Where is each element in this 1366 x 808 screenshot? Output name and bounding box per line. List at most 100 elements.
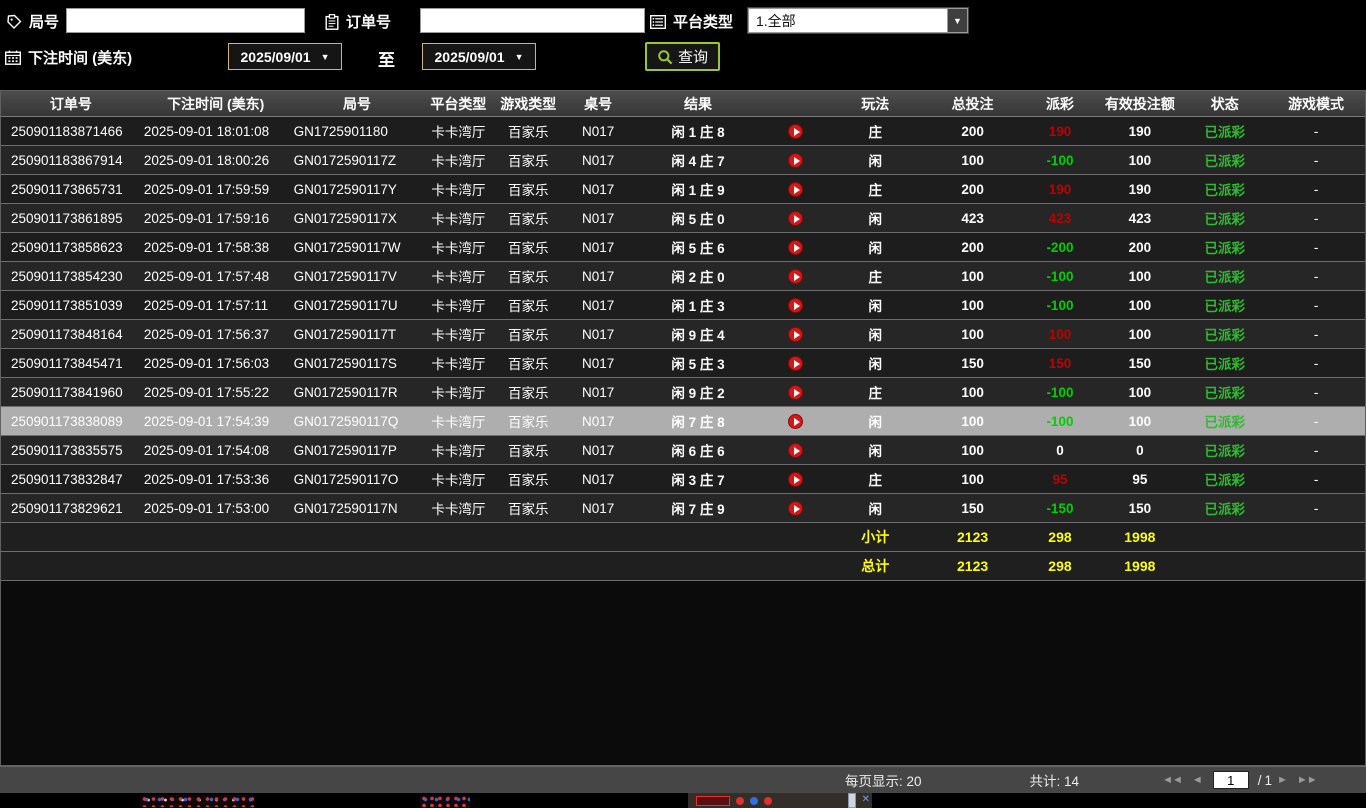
date-to-value: 2025/09/01: [434, 48, 505, 65]
cell-round-id: GN0172590117Y: [293, 181, 397, 197]
search-icon: [657, 49, 673, 65]
round-input[interactable]: [66, 8, 305, 33]
cell-platform-type: 卡卡湾厅: [431, 154, 486, 169]
cell-play-type: 闲: [868, 415, 882, 430]
col-valid-bet: 有效投注额: [1104, 95, 1175, 112]
cell-result: 闲 1 庄 8: [671, 125, 725, 140]
cell-order-id: 250901173848164: [11, 326, 123, 342]
table-row[interactable]: 250901173835575 2025-09-01 17:54:08 GN01…: [1, 436, 1365, 465]
cell-round-id: GN0172590117X: [293, 210, 397, 226]
table-row[interactable]: 250901173841960 2025-09-01 17:55:22 GN01…: [1, 378, 1365, 407]
table-row[interactable]: 250901173829621 2025-09-01 17:53:00 GN01…: [1, 494, 1365, 523]
replay-video-icon[interactable]: [787, 152, 803, 168]
replay-video-icon[interactable]: [787, 181, 803, 197]
table-row[interactable]: 250901183871466 2025-09-01 18:01:08 GN17…: [1, 117, 1365, 146]
cell-total-bet: 100: [961, 413, 984, 429]
table-row[interactable]: 250901173848164 2025-09-01 17:56:37 GN01…: [1, 320, 1365, 349]
cell-order-id: 250901173829621: [11, 500, 123, 516]
cell-play-type: 闲: [868, 444, 882, 459]
cell-payout: 0: [1056, 442, 1064, 458]
list-icon: [650, 14, 666, 29]
cell-status: 已派彩: [1204, 328, 1245, 343]
replay-video-icon[interactable]: [787, 500, 803, 516]
date-from-button[interactable]: 2025/09/01 ▼: [228, 43, 342, 70]
replay-video-icon[interactable]: [787, 326, 803, 342]
cell-round-id: GN0172590117N: [293, 500, 398, 516]
replay-video-icon[interactable]: [787, 355, 803, 371]
banker-dot: [736, 796, 744, 805]
search-button[interactable]: 查询: [645, 42, 721, 71]
cell-payout: -100: [1046, 152, 1074, 168]
table-row[interactable]: 250901173832847 2025-09-01 17:53:36 GN01…: [1, 465, 1365, 494]
table-row[interactable]: 250901173858623 2025-09-01 17:58:38 GN01…: [1, 233, 1365, 262]
banker-dot: [764, 796, 772, 805]
replay-video-icon[interactable]: [787, 123, 803, 139]
replay-video-icon[interactable]: [787, 210, 803, 226]
cell-platform-type: 卡卡湾厅: [431, 183, 486, 198]
cell-platform-type: 卡卡湾厅: [431, 357, 486, 372]
col-order-id: 订单号: [49, 95, 92, 112]
cell-game-type: 百家乐: [507, 241, 549, 256]
replay-video-icon[interactable]: [787, 471, 803, 487]
table-row[interactable]: 250901173861895 2025-09-01 17:59:16 GN01…: [1, 204, 1365, 233]
platform-select[interactable]: 1.全部 ▼: [748, 8, 968, 33]
replay-video-icon[interactable]: [787, 442, 803, 458]
cell-payout: 190: [1048, 181, 1072, 197]
cell-valid-bet: 423: [1128, 210, 1152, 226]
cell-valid-bet: 190: [1128, 123, 1152, 139]
cell-total-bet: 100: [961, 297, 984, 313]
cell-total-bet: 200: [961, 123, 984, 139]
cell-status: 已派彩: [1204, 183, 1245, 198]
cell-payout: 150: [1048, 355, 1072, 371]
table-row[interactable]: 250901173838089 2025-09-01 17:54:39 GN01…: [1, 407, 1365, 436]
cell-total-bet: 150: [961, 355, 984, 371]
col-play-type: 玩法: [861, 95, 890, 112]
cell-status: 已派彩: [1204, 386, 1245, 401]
table-row[interactable]: 250901173845471 2025-09-01 17:56:03 GN01…: [1, 349, 1365, 378]
prev-page-button[interactable]: ◄: [1192, 774, 1203, 786]
cell-platform-type: 卡卡湾厅: [431, 212, 486, 227]
replay-video-icon[interactable]: [787, 268, 803, 284]
table-row[interactable]: 250901173865731 2025-09-01 17:59:59 GN01…: [1, 175, 1365, 204]
table-row[interactable]: 250901173854230 2025-09-01 17:57:48 GN01…: [1, 262, 1365, 291]
cell-valid-bet: 100: [1128, 384, 1152, 400]
replay-video-icon[interactable]: [787, 413, 803, 429]
page-number-input[interactable]: [1212, 771, 1249, 789]
date-from-value: 2025/09/01: [240, 48, 311, 65]
cell-platform-type: 卡卡湾厅: [431, 444, 486, 459]
last-page-button[interactable]: ►►: [1297, 774, 1318, 786]
cell-payout: -100: [1046, 413, 1074, 429]
cell-status: 已派彩: [1204, 154, 1245, 169]
order-input[interactable]: [420, 8, 645, 33]
replay-video-icon[interactable]: [787, 239, 803, 255]
col-game-type: 游戏类型: [500, 95, 557, 112]
cell-play-type: 闲: [868, 154, 882, 169]
cell-result: 闲 7 庄 8: [671, 415, 725, 430]
cell-game-mode: -: [1313, 500, 1319, 516]
cell-valid-bet: 100: [1128, 413, 1152, 429]
cell-play-type: 闲: [868, 299, 882, 314]
col-game-mode: 游戏模式: [1288, 95, 1345, 112]
cell-total-bet: 150: [961, 500, 984, 516]
table-row[interactable]: 250901173851039 2025-09-01 17:57:11 GN01…: [1, 291, 1365, 320]
cell-game-type: 百家乐: [507, 183, 549, 198]
first-page-button[interactable]: ◄◄: [1162, 774, 1183, 786]
table-row[interactable]: 250901183867914 2025-09-01 18:00:26 GN01…: [1, 146, 1365, 175]
cell-order-id: 250901183871466: [11, 123, 123, 139]
chevron-down-icon[interactable]: ▼: [947, 9, 967, 32]
cell-payout: -100: [1046, 384, 1074, 400]
cell-game-mode: -: [1313, 384, 1319, 400]
roadmap-glimpse-left: [140, 795, 254, 807]
cell-table-no: N017: [581, 181, 615, 197]
platform-selected-value: 1.全部: [756, 12, 796, 29]
replay-video-icon[interactable]: [787, 297, 803, 313]
replay-video-icon[interactable]: [787, 384, 803, 400]
cell-round-id: GN0172590117W: [293, 239, 401, 255]
total-pages-label: 1: [1264, 772, 1273, 788]
cell-table-no: N017: [581, 268, 615, 284]
chevron-down-icon: ▼: [320, 51, 330, 62]
date-to-button[interactable]: 2025/09/01 ▼: [422, 43, 536, 70]
cell-bet-time: 2025-09-01 17:59:16: [143, 210, 270, 226]
col-payout: 派彩: [1045, 95, 1074, 112]
next-page-button[interactable]: ►: [1277, 774, 1288, 786]
